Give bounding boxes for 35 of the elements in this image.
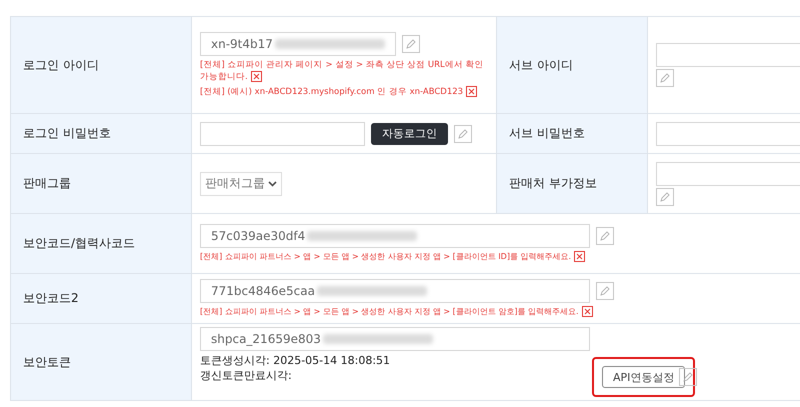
- edit-icon[interactable]: [656, 188, 674, 206]
- input-field[interactable]: [200, 122, 365, 146]
- field-label: 판매처 부가정보: [496, 154, 648, 214]
- token-info: 토큰생성시각: 2025-05-14 18:08:51: [200, 353, 392, 368]
- input-field[interactable]: shpca_21659e803: [200, 327, 590, 351]
- group-select[interactable]: 판매처그룹: [200, 172, 282, 196]
- hint-text: [전체] 쇼피파이 관리자 페이지 > 설정 > 좌측 상단 상점 URL에서 확인 가능합니다.: [200, 59, 484, 83]
- field-label: 서브 아이디: [496, 16, 648, 114]
- edit-icon[interactable]: [596, 282, 614, 300]
- input-field[interactable]: 57c039ae30df4: [200, 224, 590, 248]
- close-icon[interactable]: [466, 86, 478, 98]
- close-icon[interactable]: [250, 71, 262, 82]
- auto-login-button[interactable]: 자동로그인: [371, 122, 448, 144]
- api-setup-button[interactable]: API연동설정: [602, 366, 686, 388]
- field-label: 서브 비밀번호: [496, 114, 648, 154]
- input-field[interactable]: 771bc4846e5caa: [200, 279, 590, 303]
- token-info: 갱신토큰만료시각:: [200, 368, 293, 383]
- hint-text: [전체] (예시) xn-ABCD123.myshopify.com 인 경우 xn-ABCD123: [200, 86, 488, 98]
- field-label: 로그인 아이디: [10, 16, 192, 114]
- edit-icon[interactable]: [656, 69, 674, 87]
- chevron-down-icon: [268, 180, 277, 186]
- hint-text: [전체] 쇼피파이 파트너스 > 앱 > 모든 앱 > 생성한 사용자 지정 앱 > [클라이언트 ID]를 입력해주세요.: [200, 251, 800, 263]
- field-label: 로그인 비밀번호: [10, 114, 192, 154]
- edit-icon[interactable]: [402, 35, 420, 53]
- close-icon[interactable]: [574, 251, 586, 262]
- edit-icon[interactable]: [454, 124, 472, 142]
- edit-icon[interactable]: [596, 227, 614, 245]
- field-label: 보안코드/협력사코드: [10, 214, 192, 274]
- input-field[interactable]: xn-9t4b17: [200, 32, 396, 56]
- edit-icon[interactable]: [679, 368, 698, 386]
- close-icon[interactable]: [582, 306, 593, 318]
- field-label: 보안코드2: [10, 274, 192, 324]
- field-label: 판매그룹: [10, 154, 192, 214]
- field-label: 보안토큰: [10, 324, 192, 400]
- hint-text: [전체] 쇼피파이 파트너스 > 앱 > 모든 앱 > 생성한 사용자 지정 앱 > [클라이언트 암호]를 입력해주세요.: [200, 306, 800, 318]
